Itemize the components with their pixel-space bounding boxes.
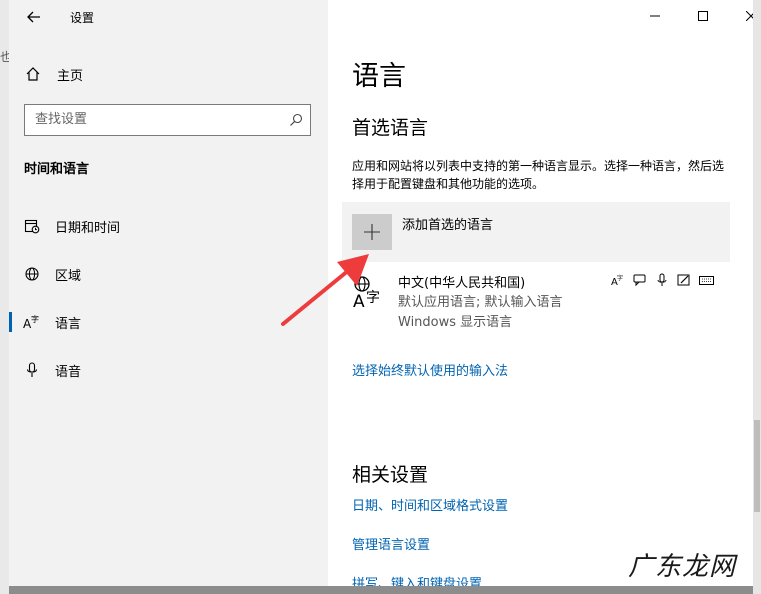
background-scrollbar <box>754 420 760 512</box>
search-input[interactable] <box>25 105 285 133</box>
language-name: 中文(中华人民共和国) <box>398 276 526 291</box>
microphone-icon <box>23 361 41 379</box>
section-title: 时间和语言 <box>24 162 90 177</box>
page-title: 语言 <box>352 61 406 92</box>
add-language-label: 添加首选的语言 <box>402 218 494 233</box>
handwriting-icon <box>676 272 692 288</box>
search-icon[interactable] <box>288 112 304 128</box>
background-window-glyph: 也 <box>0 50 9 64</box>
add-language-button[interactable]: 添加首选的语言 <box>342 202 730 262</box>
plus-icon <box>364 224 380 240</box>
back-button[interactable] <box>19 3 49 31</box>
display-language-icon: A字 <box>610 272 626 288</box>
main-content: 语言 首选语言 应用和网站将以列表中支持的第一种语言显示。选择一种语言，然后选择… <box>328 0 753 586</box>
language-feature-icons: A字 <box>610 272 730 288</box>
language-icon: A 字 <box>23 313 41 331</box>
home-icon <box>26 67 40 81</box>
sidebar-item-label: 日期和时间 <box>55 220 121 236</box>
sidebar-item-label: 语音 <box>55 364 82 380</box>
svg-text:字: 字 <box>617 274 623 282</box>
home-label: 主页 <box>57 68 84 84</box>
annotation-arrow <box>281 254 369 326</box>
home-nav-item[interactable]: 主页 <box>25 64 83 84</box>
close-button[interactable] <box>727 0 753 32</box>
spelling-typing-keyboard-link[interactable]: 拼写、键入和键盘设置 <box>352 573 482 586</box>
preferred-languages-description: 应用和网站将以列表中支持的第一种语言显示。选择一种语言，然后选择用于配置键盘和其… <box>352 159 725 191</box>
language-detail-1: 默认应用语言; 默认输入语言 <box>398 295 563 310</box>
sidebar-item-label: 区域 <box>55 268 82 284</box>
app-title: 设置 <box>70 11 95 25</box>
speech-bubble-icon <box>632 272 648 288</box>
keyboard-icon <box>698 272 714 288</box>
sidebar-item-speech[interactable]: 语音 <box>9 350 328 390</box>
background-window-edge <box>0 0 9 594</box>
minimize-icon <box>650 15 660 17</box>
back-arrow-icon <box>27 11 40 23</box>
microphone-icon <box>654 272 670 288</box>
date-time-region-link[interactable]: 日期、时间和区域格式设置 <box>352 495 508 514</box>
settings-window: 设置 主页 时间和语言 日期和时间 <box>9 0 753 586</box>
related-settings-heading: 相关设置 <box>352 464 429 486</box>
maximize-icon <box>698 11 708 21</box>
input-method-link[interactable]: 选择始终默认使用的输入法 <box>352 360 508 379</box>
maximize-button[interactable] <box>679 0 727 32</box>
svg-text:字: 字 <box>31 314 39 324</box>
search-box[interactable] <box>24 104 311 136</box>
minimize-button[interactable] <box>631 0 679 32</box>
manage-language-link[interactable]: 管理语言设置 <box>352 534 430 553</box>
preferred-languages-heading: 首选语言 <box>352 117 429 139</box>
sidebar-item-label: 语言 <box>55 316 82 332</box>
close-icon <box>746 11 753 21</box>
language-detail-2: Windows 显示语言 <box>398 315 513 330</box>
language-list-item[interactable]: A 字 中文(中华人民共和国) 默认应用语言; 默认输入语言 Windows 显… <box>342 268 730 332</box>
globe-icon <box>23 265 41 283</box>
calendar-clock-icon <box>23 217 41 235</box>
watermark-text: 广东龙网 <box>628 552 737 582</box>
